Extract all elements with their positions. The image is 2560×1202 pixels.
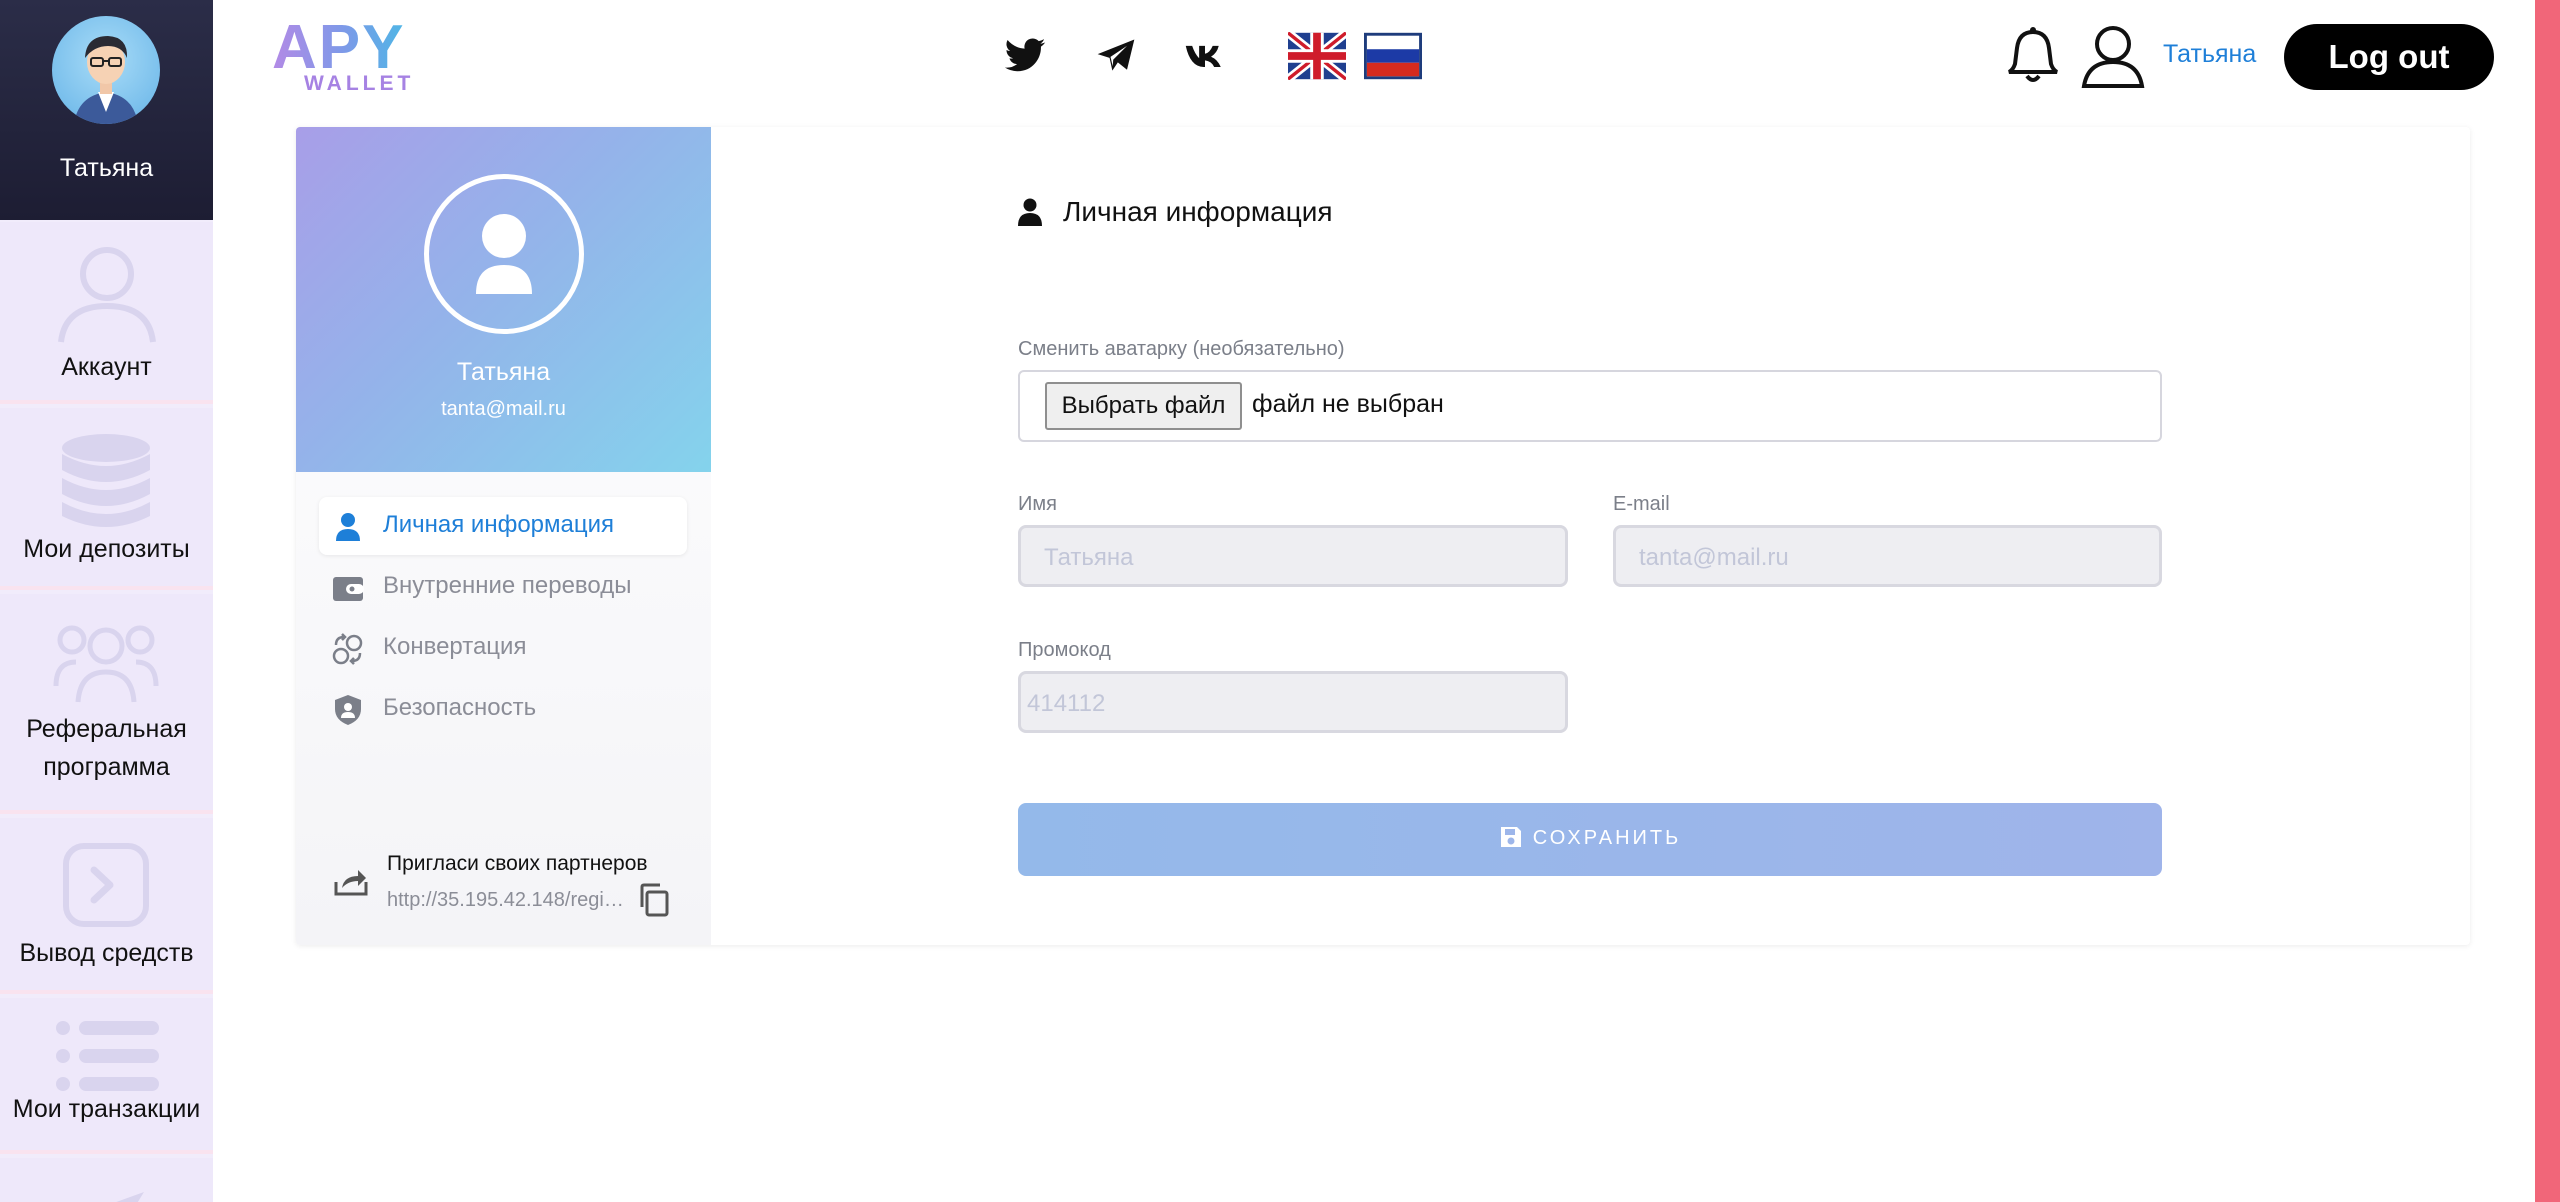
floppy-disk-icon (1500, 827, 1521, 847)
logo-subtext: WALLET (304, 72, 415, 95)
app-logo[interactable]: APY WALLET (272, 16, 442, 96)
user-avatar[interactable] (52, 16, 160, 124)
rail-user-name: Татьяна (59, 154, 154, 182)
file-status-text: файл не выбран (1252, 390, 1444, 418)
header-username-link[interactable]: Татьяна (2163, 40, 2256, 69)
telegram-icon[interactable] (1094, 34, 1138, 78)
profile-name: Татьяна (456, 358, 551, 386)
name-field[interactable]: Татьяна (1018, 525, 1568, 587)
profile-avatar[interactable] (424, 174, 584, 334)
right-edge-stripe (2535, 0, 2560, 1202)
menu-label: Личная информация (383, 511, 615, 538)
logo-text: APY (272, 13, 406, 82)
shield-icon (335, 695, 361, 725)
avatar-field-label: Сменить аватарку (необязательно) (1018, 338, 1345, 360)
withdraw-icon (63, 843, 149, 927)
wallet-icon (333, 577, 364, 601)
twitter-icon[interactable] (1003, 34, 1047, 78)
menu-label: Внутренние переводы (383, 572, 632, 599)
bell-icon[interactable] (2005, 26, 2061, 84)
menu-security[interactable]: Безопасность (319, 680, 687, 738)
save-button-label: СОХРАНИТЬ (1532, 827, 1682, 849)
share-icon (334, 870, 368, 896)
rail-item-label-line2: программа (43, 753, 170, 781)
menu-label: Конвертация (383, 633, 527, 660)
rail-item-referral[interactable]: Реферальная программа (0, 594, 213, 814)
person-icon (336, 513, 360, 541)
promo-field-label: Промокод (1018, 639, 1111, 661)
name-field-label: Имя (1018, 493, 1057, 515)
rail-item-account[interactable]: Аккаунт (0, 222, 213, 404)
group-icon (53, 625, 159, 703)
menu-label: Безопасность (383, 694, 537, 721)
email-field[interactable]: tanta@mail.ru (1613, 525, 2162, 587)
invite-title: Пригласи своих партнеров (387, 852, 648, 875)
section-title: Личная информация (1063, 196, 1333, 227)
rail-item-deposits[interactable]: Мои депозиты (0, 408, 213, 590)
rail-item-withdraw[interactable]: Вывод средств (0, 818, 213, 994)
exchange-icon (332, 633, 363, 665)
en-flag-icon[interactable] (1288, 32, 1346, 80)
avatar-placeholder-icon (476, 214, 532, 294)
rail-item-label: Вывод средств (19, 939, 194, 967)
rail-item-transactions[interactable]: Мои транзакции (0, 998, 213, 1154)
avatar-portrait-icon (74, 36, 138, 124)
person-icon (1018, 198, 1042, 226)
vk-icon[interactable] (1183, 34, 1227, 78)
send-icon (116, 1192, 144, 1202)
menu-internal-transfers[interactable]: Внутренние переводы (319, 558, 687, 616)
menu-personal-info[interactable]: Личная информация (319, 497, 687, 555)
list-icon (56, 1021, 159, 1091)
save-button[interactable]: СОХРАНИТЬ (1018, 803, 2162, 876)
user-icon (58, 247, 156, 343)
menu-conversion[interactable]: Конвертация (319, 619, 687, 677)
email-placeholder: tanta@mail.ru (1639, 544, 1789, 571)
rail-item-label: Аккаунт (61, 353, 152, 381)
email-field-label: E-mail (1613, 493, 1670, 515)
name-placeholder: Татьяна (1044, 544, 1134, 571)
promo-value: 414112 (1027, 690, 1106, 717)
rail-item-label: Мои депозиты (23, 535, 190, 563)
coins-stack-icon (62, 434, 150, 527)
profile-icon[interactable] (2080, 24, 2146, 88)
save-button-content: СОХРАНИТЬ (1018, 825, 2162, 850)
rail-user-header[interactable]: Татьяна (0, 0, 213, 220)
choose-file-button[interactable]: Выбрать файл (1045, 382, 1242, 430)
profile-sidebar: Татьяна tanta@mail.ru Личная информация … (296, 127, 711, 945)
rail-item-label: Мои транзакции (12, 1095, 201, 1123)
logout-button[interactable]: Log out (2284, 24, 2494, 90)
ru-flag-icon[interactable] (1364, 32, 1422, 80)
promo-field[interactable]: 414112 (1018, 671, 1568, 733)
rail-item-label: Реферальная (26, 715, 187, 743)
profile-summary: Татьяна tanta@mail.ru (296, 127, 711, 472)
referral-link[interactable]: http://35.195.42.148/registration (387, 889, 625, 912)
copy-icon[interactable] (638, 883, 670, 917)
profile-email: tanta@mail.ru (441, 398, 566, 420)
rail-item-more[interactable] (0, 1158, 213, 1202)
left-navigation-rail: Татьяна Аккаунт Мои депозиты Реферальная… (0, 0, 213, 1202)
